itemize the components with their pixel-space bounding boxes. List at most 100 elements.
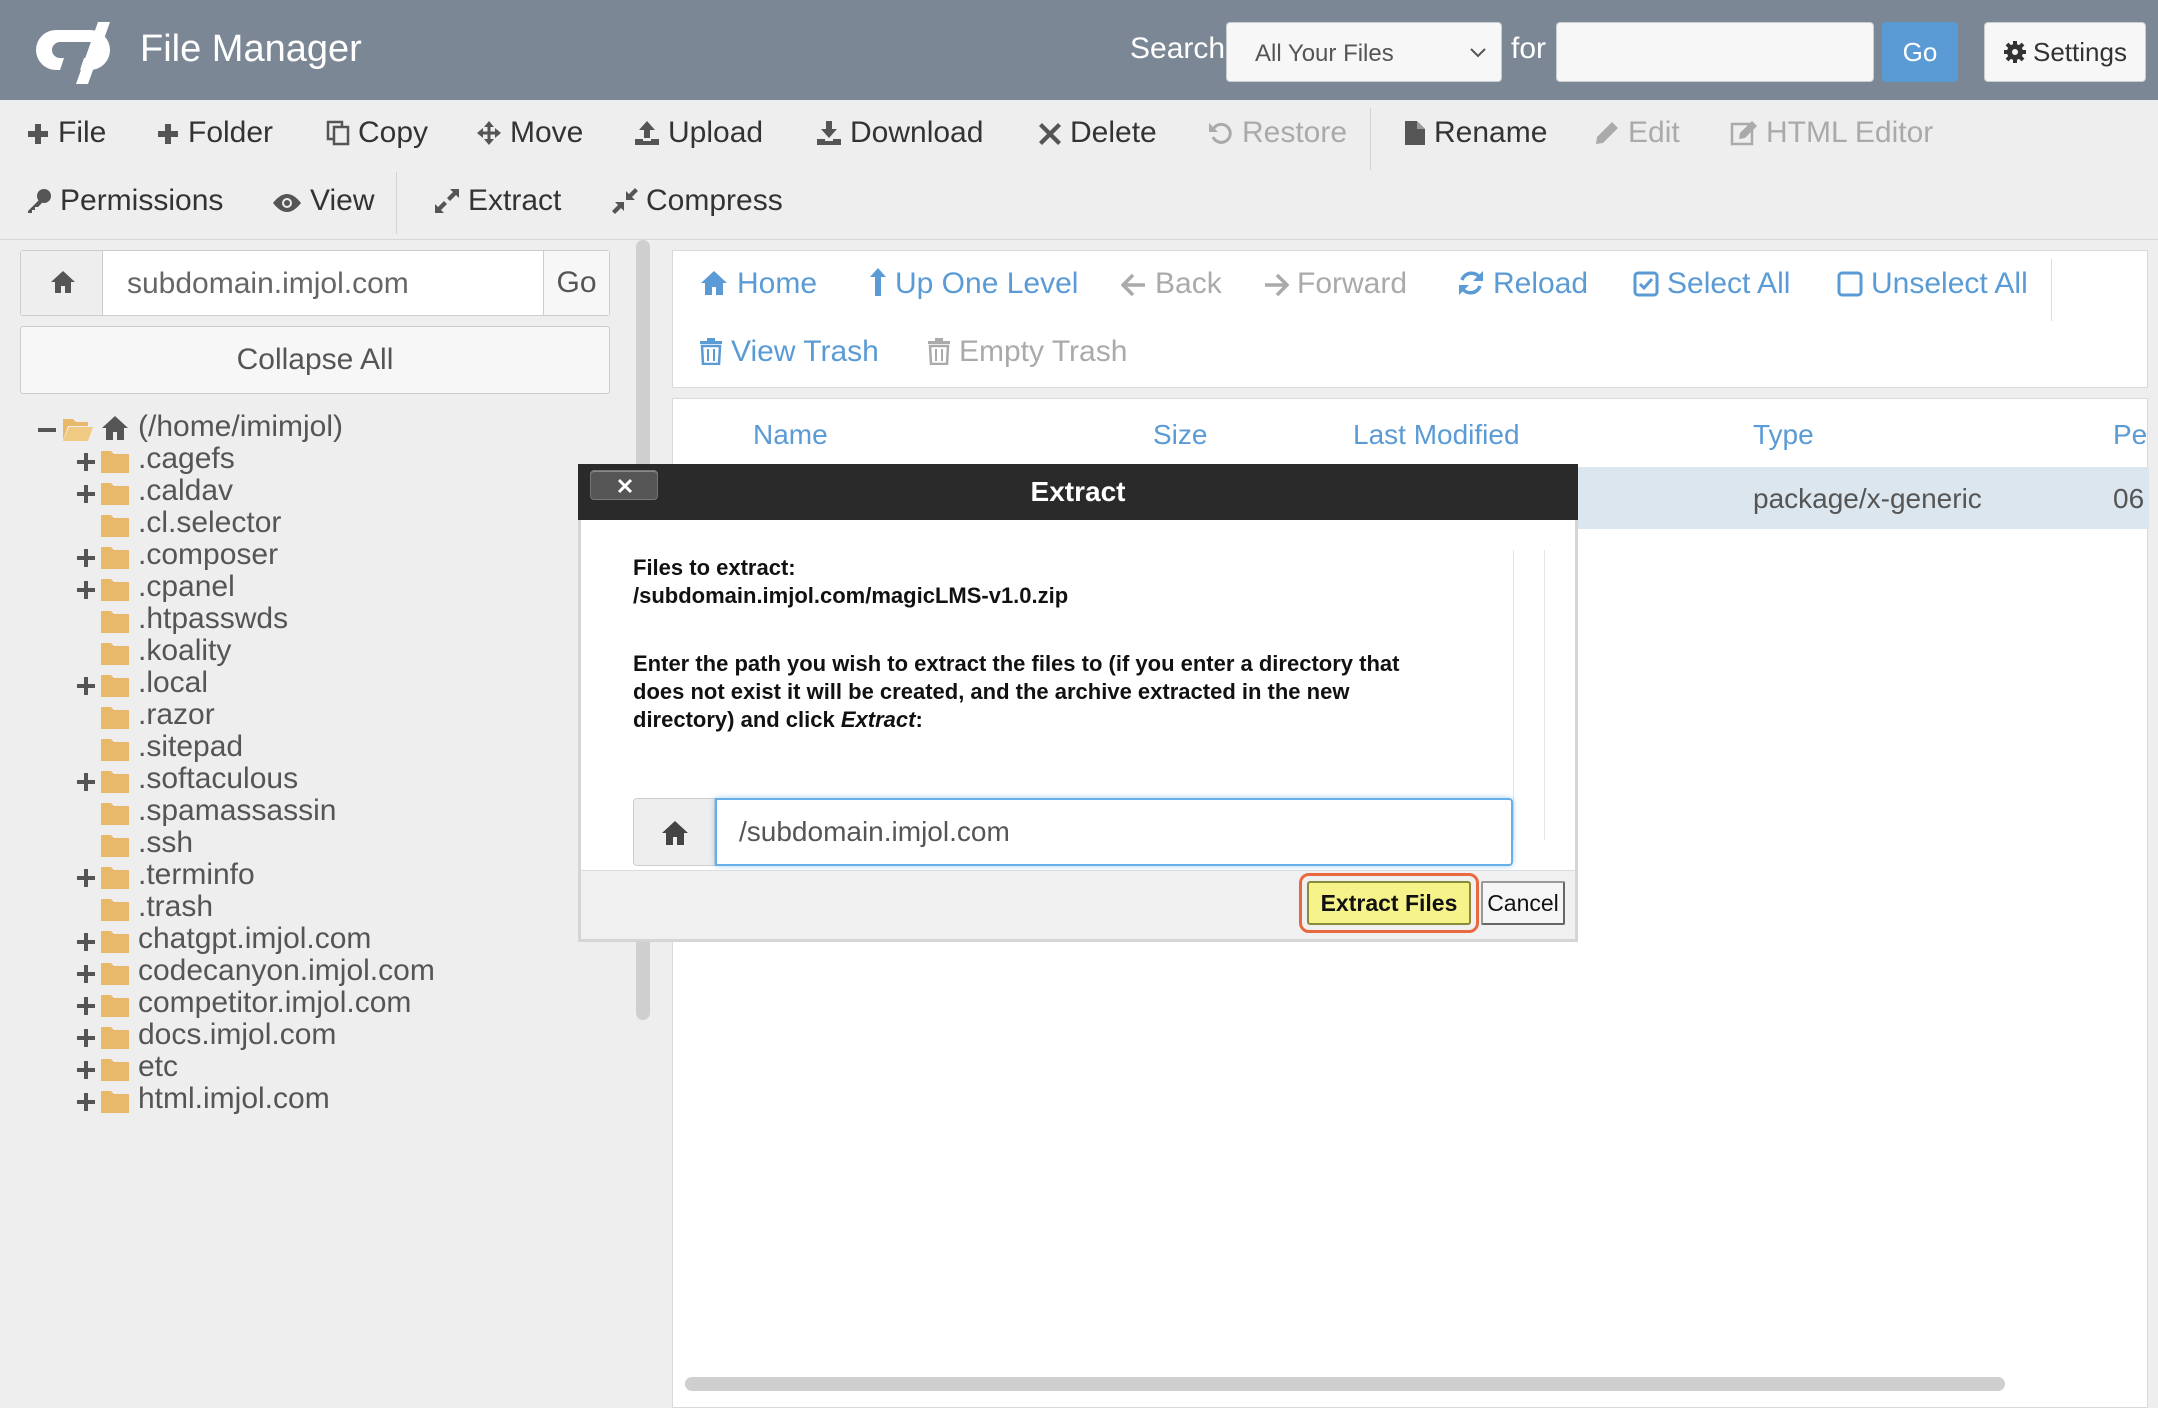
trash-icon bbox=[928, 338, 950, 366]
folder-icon bbox=[101, 1027, 129, 1049]
move-icon bbox=[477, 121, 501, 145]
expand-plus-icon bbox=[77, 485, 95, 503]
tree-item-label: .cl.selector bbox=[138, 506, 282, 539]
row-type: package/x-generic bbox=[1753, 483, 1982, 514]
expand-plus-icon bbox=[77, 1029, 95, 1047]
download-button[interactable]: Download bbox=[816, 116, 983, 150]
key-icon bbox=[28, 189, 51, 213]
cancel-button[interactable]: Cancel bbox=[1481, 881, 1565, 925]
tree-item-label: html.imjol.com bbox=[138, 1082, 330, 1115]
tree-item-label: .sitepad bbox=[138, 730, 244, 763]
extract-files-button[interactable]: Extract Files bbox=[1307, 881, 1471, 925]
expand-plus-icon bbox=[77, 869, 95, 887]
table-horizontal-scrollbar[interactable] bbox=[685, 1377, 2005, 1391]
folder-icon bbox=[101, 675, 129, 697]
folder-icon bbox=[101, 963, 129, 985]
col-header-size[interactable]: Size bbox=[1153, 419, 1207, 451]
nav-label: Forward bbox=[1297, 267, 1408, 300]
delete-button[interactable]: Delete bbox=[1038, 116, 1157, 150]
rename-button[interactable]: Rename bbox=[1404, 116, 1547, 150]
toolbar-label: Rename bbox=[1434, 116, 1548, 149]
toolbar-label: Move bbox=[510, 116, 584, 149]
folder-icon bbox=[101, 547, 129, 569]
extract-button[interactable]: Extract bbox=[434, 184, 561, 218]
col-header-name[interactable]: Name bbox=[753, 419, 828, 451]
pencil-icon bbox=[1596, 122, 1618, 144]
folder-icon bbox=[101, 643, 129, 665]
dialog-body: Files to extract: /subdomain.imjol.com/m… bbox=[581, 520, 1575, 870]
nav-divider bbox=[2051, 259, 2052, 321]
path-navigator: subdomain.imjol.com Go bbox=[20, 250, 610, 316]
path-go-button[interactable]: Go bbox=[543, 251, 609, 315]
copy-button[interactable]: Copy bbox=[326, 116, 428, 150]
move-button[interactable]: Move bbox=[476, 116, 583, 150]
directory-tree-panel: subdomain.imjol.com Go Collapse All (/ho… bbox=[0, 240, 620, 1408]
settings-label: Settings bbox=[2033, 37, 2127, 67]
expand-plus-icon bbox=[77, 549, 95, 567]
folder-icon bbox=[101, 867, 129, 889]
instructions-extract-word: Extract bbox=[840, 707, 916, 732]
up-one-level-button[interactable]: Up One Level bbox=[869, 267, 1078, 301]
col-header-permissions[interactable]: Pe bbox=[2113, 419, 2147, 451]
instructions-line-1: Enter the path you wish to extract the f… bbox=[633, 651, 1400, 676]
edit-button[interactable]: Edit bbox=[1594, 116, 1680, 150]
permissions-button[interactable]: Permissions bbox=[26, 184, 223, 218]
back-button[interactable]: Back bbox=[1120, 267, 1222, 301]
col-header-modified[interactable]: Last Modified bbox=[1353, 419, 1520, 451]
select-all-button[interactable]: Select All bbox=[1633, 267, 1790, 301]
checkbox-checked-icon bbox=[1633, 271, 1659, 297]
tree-item-label: .htpasswds bbox=[138, 602, 289, 635]
eye-icon bbox=[273, 194, 301, 212]
refresh-icon bbox=[1459, 271, 1483, 295]
path-input[interactable]: subdomain.imjol.com bbox=[103, 251, 543, 315]
view-trash-button[interactable]: View Trash bbox=[699, 335, 879, 369]
instructions-colon: : bbox=[915, 707, 923, 732]
toolbar-label: Copy bbox=[358, 116, 429, 149]
folder-icon bbox=[101, 835, 129, 857]
folder-icon bbox=[101, 515, 129, 537]
extract-dialog: Extract Files to extract: /subdomain.imj… bbox=[578, 464, 1578, 942]
empty-trash-button[interactable]: Empty Trash bbox=[927, 335, 1127, 369]
search-scope-select[interactable]: All Your Files bbox=[1226, 22, 1502, 82]
new-file-button[interactable]: File bbox=[26, 116, 106, 150]
upload-button[interactable]: Upload bbox=[634, 116, 763, 150]
tree-item-label: .terminfo bbox=[138, 858, 255, 891]
extract-path-input[interactable]: /subdomain.imjol.com bbox=[715, 798, 1513, 866]
instructions-line-2: does not exist it will be created, and t… bbox=[633, 679, 1350, 704]
path-home-button[interactable] bbox=[21, 251, 103, 315]
search-input[interactable] bbox=[1556, 22, 1874, 82]
folder-icon bbox=[101, 451, 129, 473]
nav-label: View Trash bbox=[731, 335, 879, 368]
file-icon bbox=[1405, 121, 1425, 145]
folder-icon bbox=[101, 899, 129, 921]
toolbar-label: View bbox=[310, 184, 375, 217]
collapse-all-button[interactable]: Collapse All bbox=[20, 326, 610, 394]
search-go-button[interactable]: Go bbox=[1882, 22, 1958, 82]
html-editor-button[interactable]: HTML Editor bbox=[1730, 116, 1933, 150]
nav-home-button[interactable]: Home bbox=[699, 267, 817, 301]
new-folder-button[interactable]: Folder bbox=[156, 116, 273, 150]
restore-button[interactable]: Restore bbox=[1208, 116, 1347, 150]
toolbar-divider bbox=[396, 172, 397, 234]
for-label: for bbox=[1511, 32, 1547, 65]
toolbar-label: Extract bbox=[468, 184, 562, 217]
dialog-scrollbar[interactable] bbox=[1513, 550, 1545, 840]
plus-icon bbox=[28, 124, 48, 144]
toolbar-label: Compress bbox=[646, 184, 783, 217]
expand-plus-icon bbox=[77, 1093, 95, 1111]
tree-item-label: chatgpt.imjol.com bbox=[138, 922, 372, 955]
view-button[interactable]: View bbox=[272, 184, 374, 218]
settings-button[interactable]: Settings bbox=[1984, 22, 2146, 82]
nav-label: Unselect All bbox=[1871, 267, 2028, 300]
folder-icon bbox=[101, 739, 129, 761]
tree-item-label: codecanyon.imjol.com bbox=[138, 954, 435, 987]
nav-label: Select All bbox=[1667, 267, 1791, 300]
tree-item-label: docs.imjol.com bbox=[138, 1018, 337, 1051]
compress-button[interactable]: Compress bbox=[612, 184, 783, 218]
reload-button[interactable]: Reload bbox=[1457, 267, 1588, 301]
forward-button[interactable]: Forward bbox=[1263, 267, 1407, 301]
tree-item-label: .caldav bbox=[138, 474, 234, 507]
nav-label: Home bbox=[737, 267, 818, 300]
col-header-type[interactable]: Type bbox=[1753, 419, 1814, 451]
unselect-all-button[interactable]: Unselect All bbox=[1837, 267, 2028, 301]
